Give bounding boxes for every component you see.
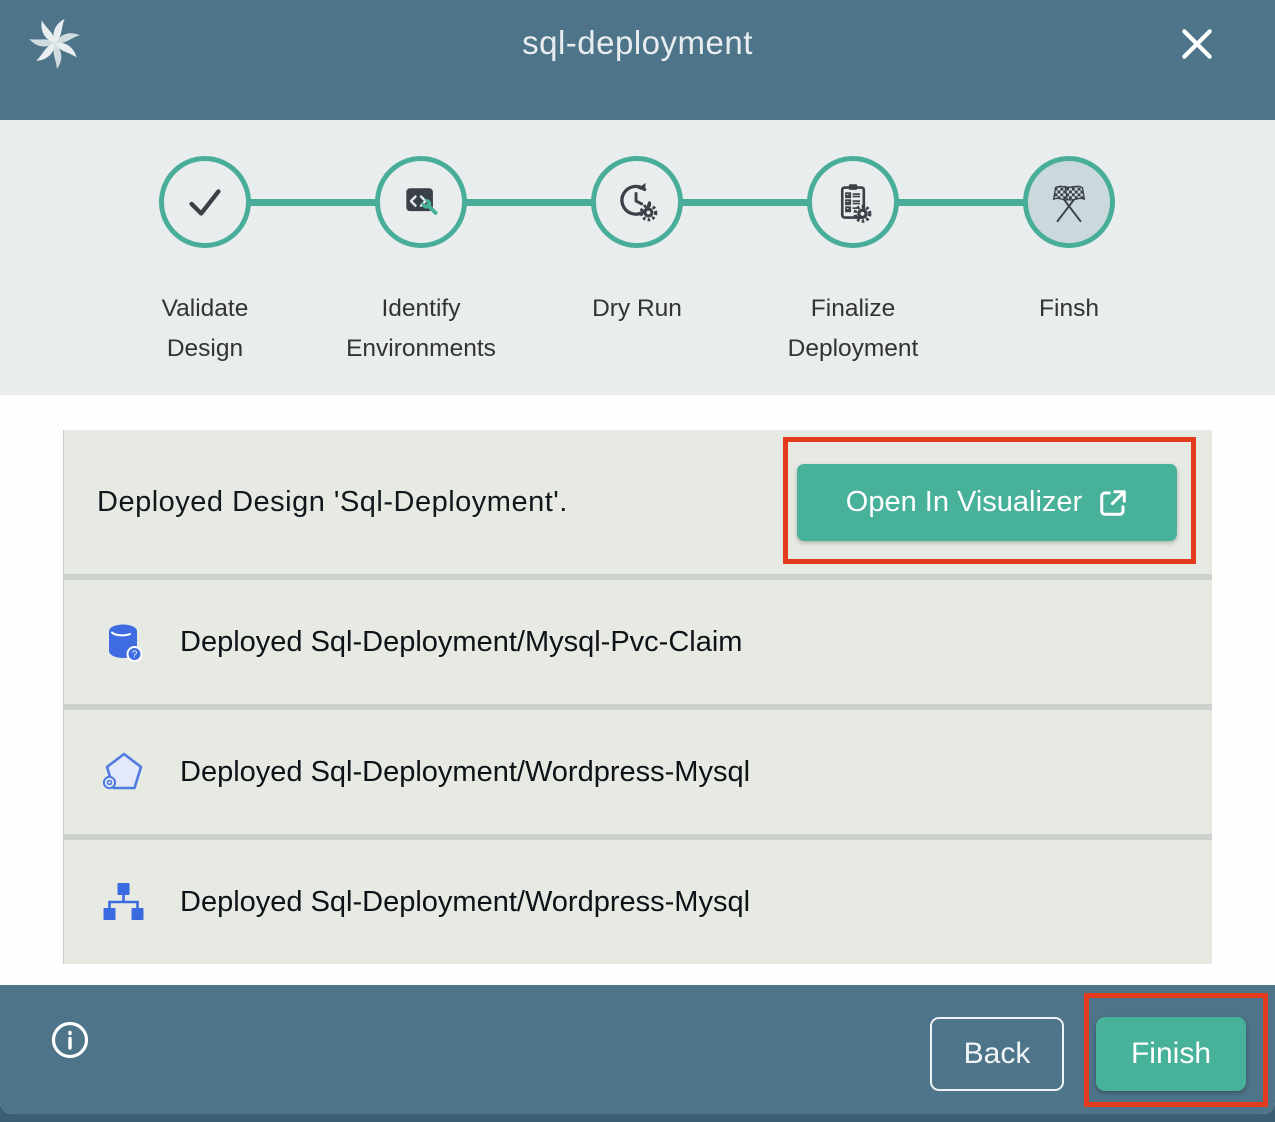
info-button[interactable]: [50, 1020, 90, 1060]
step-finalize-deployment[interactable]: [807, 156, 899, 248]
step-identify-environments[interactable]: [375, 156, 467, 248]
deployed-resource-text: Deployed Sql-Deployment/Wordpress-Mysql: [180, 886, 750, 919]
step-validate-design[interactable]: [159, 156, 251, 248]
database-icon: ?: [100, 619, 146, 665]
deployment-summary-text: Deployed Design 'Sql-Deployment'.: [97, 486, 568, 519]
deployed-resource-row: ? Deployed Sql-Deployment/Mysql-Pvc-Clai…: [63, 580, 1212, 704]
close-button[interactable]: [1175, 22, 1219, 66]
step-label-dry-run: Dry Run: [527, 289, 747, 329]
step-label-finalize-deployment: Finalize Deployment: [743, 289, 963, 368]
hierarchy-icon: [100, 879, 146, 925]
modal-title: sql-deployment: [0, 24, 1275, 62]
check-icon: [182, 179, 228, 225]
deployed-resource-text: Deployed Sql-Deployment/Mysql-Pvc-Claim: [180, 626, 742, 659]
finish-flags-icon: [1046, 179, 1092, 225]
dry-run-icon: [614, 179, 660, 225]
info-icon: [50, 1020, 90, 1060]
open-in-new-icon: [1098, 488, 1128, 518]
svg-text:?: ?: [132, 650, 138, 661]
code-configure-icon: [399, 180, 443, 224]
step-dry-run[interactable]: [591, 156, 683, 248]
deployment-summary-row: Deployed Design 'Sql-Deployment'. Open I…: [63, 430, 1212, 574]
deployed-resource-text: Deployed Sql-Deployment/Wordpress-Mysql: [180, 756, 750, 789]
open-in-visualizer-label: Open In Visualizer: [846, 486, 1082, 519]
deployed-resource-row: Deployed Sql-Deployment/Wordpress-Mysql: [63, 710, 1212, 834]
modal-footer: Back Finish: [0, 985, 1275, 1114]
open-in-visualizer-button[interactable]: Open In Visualizer: [797, 464, 1177, 541]
finish-button[interactable]: Finish: [1096, 1017, 1246, 1091]
step-label-identify-environments: Identify Environments: [311, 289, 531, 368]
results-panel: Deployed Design 'Sql-Deployment'. Open I…: [0, 395, 1275, 985]
deployed-resource-row: Deployed Sql-Deployment/Wordpress-Mysql: [63, 840, 1212, 964]
step-finish[interactable]: [1023, 156, 1115, 248]
pentagon-icon: [100, 749, 146, 795]
deployment-wizard-modal: sql-deployment Validate Design: [0, 0, 1275, 1114]
modal-header: sql-deployment: [0, 0, 1275, 120]
back-button[interactable]: Back: [930, 1017, 1064, 1091]
step-label-validate-design: Validate Design: [95, 289, 315, 368]
close-icon: [1178, 25, 1216, 63]
finalize-clipboard-icon: [831, 180, 876, 225]
step-label-finish: Finsh: [959, 289, 1179, 329]
deployment-results-list: Deployed Design 'Sql-Deployment'. Open I…: [63, 430, 1212, 964]
wizard-stepper: Validate Design Identify Environments: [0, 120, 1275, 395]
